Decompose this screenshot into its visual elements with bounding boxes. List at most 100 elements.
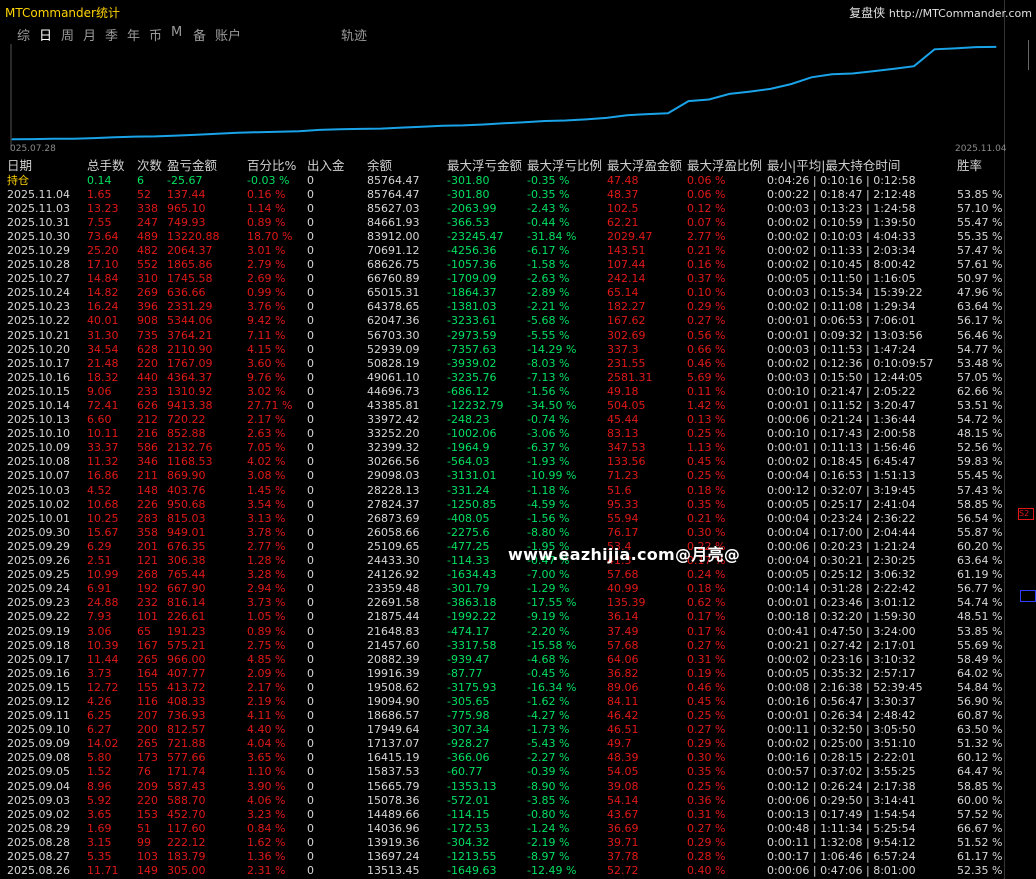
tab-7[interactable]: M <box>171 25 193 44</box>
table-row[interactable]: 2025.09.16 3.73 164 407.77 2.09 % 0 19916.39 -8… <box>7 667 1002 681</box>
table-row[interactable]: 2025.09.05 1.52 76 171.74 1.10 % 0 15837.53 -60… <box>7 765 1002 779</box>
tab-10[interactable]: 轨迹 <box>341 25 381 44</box>
table-row[interactable]: 2025.09.11 6.25 207 736.93 4.11 % 0 18686.57 -7… <box>7 709 1002 723</box>
table-row[interactable]: 2025.09.08 5.80 173 577.66 3.65 % 0 16415.19 -3… <box>7 751 1002 765</box>
table-row[interactable]: 2025.10.15 9.06 233 1310.92 3.02 % 0 44696.73 -… <box>7 385 1002 399</box>
table-row[interactable]: 2025.10.28 17.10 552 1865.86 2.79 % 0 68626.75… <box>7 258 1002 272</box>
table-row[interactable]: 2025.08.26 11.71 149 305.00 2.31 % 0 13513.45 -… <box>7 864 1002 878</box>
table-row[interactable]: 2025.09.24 6.91 192 667.90 2.94 % 0 23359.48 -3… <box>7 582 1002 596</box>
tab-4[interactable]: 季 <box>105 25 127 44</box>
table-cell: 13697.24 <box>367 850 420 863</box>
table-row[interactable]: 2025.10.07 16.86 211 869.90 3.08 % 0 29098.03 -… <box>7 469 1002 483</box>
tab-8[interactable]: 备 <box>193 25 215 44</box>
table-row[interactable]: 2025.11.03 13.23 338 965.10 1.14 % 0 85627.03 -… <box>7 202 1002 216</box>
table-cell: 65.14 <box>607 286 639 300</box>
table-row[interactable]: 2025.09.04 8.96 209 587.43 3.90 % 0 15665.79 -1… <box>7 780 1002 794</box>
table-row[interactable]: 2025.09.12 4.26 116 408.33 2.19 % 0 19094.90 -3… <box>7 695 1002 709</box>
table-cell: 736.93 <box>167 709 206 723</box>
table-row[interactable]: 2025.09.26 2.51 121 306.38 1.28 % 0 24433.30 -1… <box>7 554 1002 568</box>
table-row[interactable]: 2025.11.04 1.65 52 137.44 0.16 % 0 85764.47 -30… <box>7 188 1002 202</box>
table-row[interactable]: 2025.10.31 7.55 247 749.93 0.89 % 0 84661.93 -3… <box>7 216 1002 230</box>
table-cell: 101 <box>137 610 158 624</box>
table-row[interactable]: 2025.10.14 72.41 626 9413.38 27.71 % 0 43385.8… <box>7 399 1002 413</box>
table-row[interactable]: 2025.10.16 18.32 440 4364.37 9.76 % 0 49061.10… <box>7 371 1002 385</box>
table-row[interactable]: 2025.10.09 33.37 586 2132.76 7.05 % 0 32399.32… <box>7 441 1002 455</box>
table-cell: -1.73 % <box>527 723 570 737</box>
tab-2[interactable]: 周 <box>61 25 83 44</box>
table-row[interactable]: 2025.09.17 11.44 265 966.00 4.85 % 0 20882.39 -… <box>7 653 1002 667</box>
table-row[interactable]: 2025.08.29 1.69 51 117.60 0.84 % 0 14036.96 -17… <box>7 822 1002 836</box>
tab-9[interactable]: 账户 <box>215 25 255 44</box>
table-cell: 0:00:02 | 0:10:45 | 8:00:42 <box>767 258 916 272</box>
table-row[interactable]: 2025.09.22 7.93 101 226.61 1.05 % 0 21875.44 -1… <box>7 610 1002 624</box>
tab-0[interactable]: 综 <box>17 25 39 44</box>
table-row[interactable]: 2025.09.15 12.72 155 413.72 2.17 % 0 19508.62 -… <box>7 681 1002 695</box>
table-row[interactable]: 2025.10.21 31.30 735 3764.21 7.11 % 0 56703.30… <box>7 329 1002 343</box>
table-row[interactable]: 2025.10.13 6.60 212 720.22 2.17 % 0 33972.42 -2… <box>7 413 1002 427</box>
table-cell: 908 <box>137 314 158 328</box>
table-cell: -3863.18 <box>447 596 497 610</box>
table-row[interactable]: 2025.10.10 10.11 216 852.88 2.63 % 0 33252.20 -… <box>7 427 1002 441</box>
table-row[interactable]: 2025.09.03 5.92 220 588.70 4.06 % 0 15078.36 -5… <box>7 794 1002 808</box>
table-cell: 950.68 <box>167 497 206 511</box>
table-cell: -1.24 % <box>527 821 570 835</box>
table-row[interactable]: 2025.08.28 3.15 99 222.12 1.62 % 0 13919.36 -30… <box>7 836 1002 850</box>
table-cell: 84.11 <box>607 694 639 708</box>
table-row[interactable]: 2025.08.27 5.35 103 183.79 1.36 % 0 13697.24 -1… <box>7 850 1002 864</box>
table-row[interactable]: 2025.09.25 10.99 268 765.44 3.28 % 0 24126.92 -… <box>7 568 1002 582</box>
table-row[interactable]: 2025.10.08 11.32 346 1168.53 4.02 % 0 30266.56… <box>7 455 1002 469</box>
table-row[interactable]: 2025.10.20 34.54 628 2110.90 4.15 % 0 52939.09… <box>7 343 1002 357</box>
table-cell: 0 <box>307 737 314 751</box>
table-cell: 51.32 % <box>957 737 1003 751</box>
table-cell: 407.77 <box>167 666 206 680</box>
tab-5[interactable]: 年 <box>127 25 149 44</box>
table-cell: 0.36 % <box>687 793 726 807</box>
scrollbar[interactable] <box>1028 40 1029 70</box>
table-cell: 3.54 % <box>247 497 286 511</box>
table-row[interactable]: 2025.10.29 25.20 482 2064.37 3.01 % 0 70691.12… <box>7 244 1002 258</box>
table-cell: 32399.32 <box>367 441 420 455</box>
table-cell: 15.67 <box>87 525 119 539</box>
table-row[interactable]: 2025.09.29 6.29 201 676.35 2.77 % 0 25109.65 -4… <box>7 540 1002 554</box>
table-cell: -7.00 % <box>527 568 570 582</box>
table-row[interactable]: 2025.09.30 15.67 358 949.01 3.78 % 0 26058.66 -… <box>7 526 1002 540</box>
table-row[interactable]: 2025.10.24 14.82 269 636.66 0.99 % 0 65015.31 -… <box>7 286 1002 300</box>
table-cell: 2025.10.21 <box>7 328 70 342</box>
table-cell: 0:00:57 | 0:37:02 | 3:55:25 <box>767 765 916 779</box>
table-row[interactable]: 2025.09.09 14.02 265 721.88 4.04 % 0 17137.07 -… <box>7 737 1002 751</box>
table-row[interactable]: 2025.10.17 21.48 220 1767.09 3.60 % 0 50828.19… <box>7 357 1002 371</box>
table-cell: 2025.09.24 <box>7 582 70 596</box>
chart-start-date: 025.07.28 <box>10 144 56 154</box>
table-row[interactable]: 2025.09.23 24.88 232 816.14 3.73 % 0 22691.58 -… <box>7 596 1002 610</box>
table-row[interactable]: 2025.09.02 3.65 153 452.70 3.23 % 0 14489.66 -1… <box>7 808 1002 822</box>
equity-point <box>995 46 997 48</box>
table-row[interactable]: 2025.10.02 10.68 226 950.68 3.54 % 0 27824.37 -… <box>7 498 1002 512</box>
tab-1[interactable]: 日 <box>39 25 61 44</box>
table-row[interactable]: 2025.10.30 73.64 489 13220.88 18.70 % 0 83912.… <box>7 230 1002 244</box>
table-row[interactable]: 2025.10.01 10.25 283 815.03 3.13 % 0 26873.69 -… <box>7 512 1002 526</box>
table-cell: 0.28 % <box>687 850 726 863</box>
table-cell: 0 <box>307 173 314 187</box>
table-row[interactable]: 2025.10.03 4.52 148 403.76 1.45 % 0 28228.13 -3… <box>7 484 1002 498</box>
table-cell: 0.24 % <box>687 568 726 582</box>
table-row[interactable]: 2025.10.23 16.24 396 2331.29 3.76 % 0 64378.65… <box>7 300 1002 314</box>
table-cell: 310 <box>137 272 158 286</box>
table-row[interactable]: 2025.09.10 6.27 200 812.57 4.40 % 0 17949.64 -3… <box>7 723 1002 737</box>
column-header: 最大浮盈比例 <box>687 158 763 173</box>
tab-3[interactable]: 月 <box>83 25 105 44</box>
brand-url[interactable]: http://MTCommander.com <box>889 7 1032 20</box>
equity-point <box>380 128 382 130</box>
holding-row[interactable]: 持仓 0.14 6 -25.67 -0.03 % 0 85764.47 -301.80 -0.3… <box>7 174 1002 188</box>
table-cell: 0:00:14 | 0:31:28 | 2:22:42 <box>767 582 916 596</box>
table-row[interactable]: 2025.10.22 40.01 908 5344.06 9.42 % 0 62047.36… <box>7 314 1002 328</box>
table-cell: 56.54 % <box>957 511 1003 525</box>
table-row[interactable]: 2025.10.27 14.84 310 1745.58 2.69 % 0 66760.89… <box>7 272 1002 286</box>
table-row[interactable]: 2025.09.19 3.06 65 191.23 0.89 % 0 21648.83 -47… <box>7 625 1002 639</box>
table-cell: 0.19 % <box>687 666 726 680</box>
brand[interactable]: 复盘侠 http://MTCommander.com <box>849 4 1032 21</box>
table-cell: 55.45 % <box>957 469 1003 483</box>
tab-6[interactable]: 币 <box>149 25 171 44</box>
side-marker-red[interactable]: S2 <box>1018 508 1034 520</box>
table-row[interactable]: 2025.09.18 10.39 167 575.21 2.75 % 0 21457.60 -… <box>7 639 1002 653</box>
side-marker-blue[interactable] <box>1020 590 1036 602</box>
